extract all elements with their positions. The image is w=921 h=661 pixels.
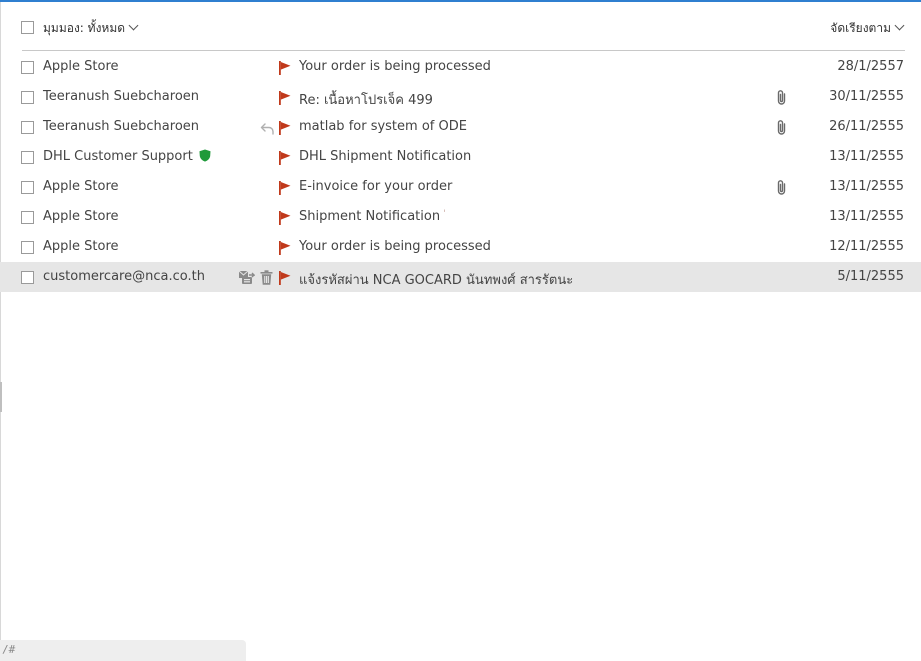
paperclip-icon [775, 89, 788, 106]
message-row[interactable]: DHL Customer Support DHL Shipment Notific… [0, 142, 921, 172]
status-bar: /# [0, 640, 246, 661]
view-filter-dropdown[interactable]: มุมมอง: ทั้งหมด [43, 19, 139, 38]
message-row[interactable]: Teeranush Suebcharoen Re: เนื้อหาโปรเจ็ค … [0, 82, 921, 112]
message-sender: Apple Store [43, 179, 119, 194]
message-row[interactable]: Apple Store E-invoice for your order 13/11… [0, 172, 921, 202]
message-subject: Shipment Notification ' [299, 209, 446, 224]
message-subject: DHL Shipment Notification [299, 149, 471, 164]
subject-text: Your order is being processed [299, 59, 491, 74]
flag-icon[interactable] [278, 180, 292, 195]
subject-text: แจ้งรหัสผ่าน NCA GOCARD นันทพงศ์ สารรัตน… [299, 273, 574, 288]
list-header: มุมมอง: ทั้งหมด จัดเรียงตาม [0, 12, 921, 44]
header-divider [22, 50, 905, 51]
status-text: /# [2, 643, 16, 656]
row-actions [236, 119, 276, 135]
message-checkbox[interactable] [21, 121, 34, 134]
sweep-icon[interactable] [238, 269, 256, 285]
message-subject: matlab for system of ODE [299, 119, 467, 134]
sender-name: Apple Store [43, 209, 119, 224]
message-date: 30/11/2555 [829, 89, 904, 104]
message-checkbox[interactable] [21, 151, 34, 164]
sender-name: Teeranush Suebcharoen [43, 89, 200, 104]
flag-icon[interactable] [278, 270, 292, 285]
pane-resize-handle[interactable] [0, 382, 2, 412]
subject-text: Re: เนื้อหาโปรเจ็ค 499 [299, 93, 433, 108]
message-date: 5/11/2555 [837, 269, 904, 284]
sort-label: จัดเรียงตาม [830, 21, 891, 35]
subject-text: Your order is being processed [299, 239, 491, 254]
subject-text: Shipment Notification [299, 209, 441, 224]
sender-name: Teeranush Suebcharoen [43, 119, 200, 134]
message-row[interactable]: Apple Store Your order is being processed… [0, 232, 921, 262]
message-sender: customercare@nca.co.th [43, 269, 205, 284]
sender-name: customercare@nca.co.th [43, 269, 205, 284]
message-sender: Apple Store [43, 239, 119, 254]
message-sender: Teeranush Suebcharoen [43, 119, 199, 134]
message-date: 13/11/2555 [829, 179, 904, 194]
paperclip-icon [775, 119, 788, 136]
message-row[interactable]: Apple Store Your order is being processed… [0, 52, 921, 82]
message-date: 13/11/2555 [829, 209, 904, 224]
paperclip-icon [775, 179, 788, 196]
message-sender: Apple Store [43, 59, 119, 74]
subject-text: DHL Shipment Notification [299, 149, 472, 164]
select-all-checkbox[interactable] [21, 21, 34, 34]
flag-icon[interactable] [278, 210, 292, 225]
message-date: 28/1/2557 [837, 59, 904, 74]
message-subject: E-invoice for your order [299, 179, 452, 194]
message-row[interactable]: Apple Store Shipment Notification ' 13/11/2… [0, 202, 921, 232]
sender-name: Apple Store [43, 179, 119, 194]
message-sender: DHL Customer Support [43, 149, 211, 164]
message-subject: Your order is being processed [299, 239, 491, 254]
sender-name: Apple Store [43, 239, 119, 254]
subject-text: matlab for system of ODE [299, 119, 467, 134]
message-row[interactable]: Teeranush Suebcharoen matlab for system o… [0, 112, 921, 142]
message-date: 12/11/2555 [829, 239, 904, 254]
message-checkbox[interactable] [21, 91, 34, 104]
message-date: 26/11/2555 [829, 119, 904, 134]
message-subject: Your order is being processed [299, 59, 491, 74]
top-accent-line [0, 0, 921, 2]
row-actions [236, 269, 276, 285]
trash-icon[interactable] [260, 270, 273, 285]
message-sender: Teeranush Suebcharoen [43, 89, 199, 104]
message-checkbox[interactable] [21, 181, 34, 194]
message-row[interactable]: customercare@nca.co.th แจ้งรหัสผ่าน NCA G… [0, 262, 921, 292]
sort-dropdown[interactable]: จัดเรียงตาม [830, 19, 905, 38]
shield-icon [199, 149, 211, 162]
flag-icon[interactable] [278, 60, 292, 75]
flag-icon[interactable] [278, 150, 292, 165]
message-sender: Apple Store [43, 209, 119, 224]
message-date: 13/11/2555 [829, 149, 904, 164]
flag-icon[interactable] [278, 90, 292, 105]
message-checkbox[interactable] [21, 211, 34, 224]
sender-name: Apple Store [43, 59, 119, 74]
flag-icon[interactable] [278, 120, 292, 135]
subject-text: E-invoice for your order [299, 179, 453, 194]
message-checkbox[interactable] [21, 61, 34, 74]
subject-mark: ' [443, 209, 446, 219]
message-subject: แจ้งรหัสผ่าน NCA GOCARD นันทพงศ์ สารรัตน… [299, 269, 573, 290]
message-checkbox[interactable] [21, 241, 34, 254]
replied-icon [260, 120, 275, 135]
chevron-down-icon [128, 20, 139, 31]
chevron-down-icon [894, 20, 905, 31]
message-checkbox[interactable] [21, 271, 34, 284]
message-subject: Re: เนื้อหาโปรเจ็ค 499 [299, 89, 433, 110]
flag-icon[interactable] [278, 240, 292, 255]
message-list: Apple Store Your order is being processed… [0, 52, 921, 292]
sender-name: DHL Customer Support [43, 149, 193, 164]
view-filter-label: มุมมอง: ทั้งหมด [43, 21, 126, 35]
